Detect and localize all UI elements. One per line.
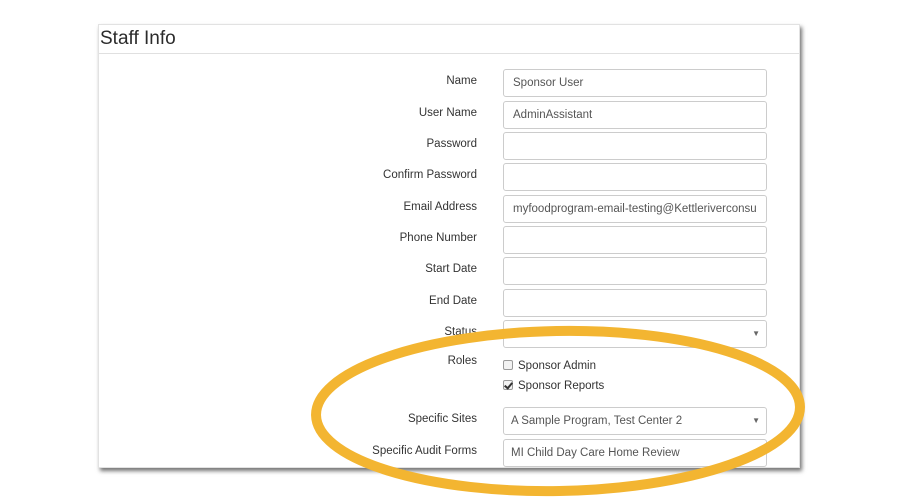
specific-sites-row: Specific Sites A Sample Program, Test Ce… xyxy=(99,407,799,437)
phone-row: Phone Number xyxy=(99,226,799,256)
end-date-input[interactable] xyxy=(503,289,767,317)
user-name-row: User Name AdminAssistant xyxy=(99,101,799,131)
caret-down-icon: ▼ xyxy=(752,416,760,425)
sponsor-admin-label: Sponsor Admin xyxy=(518,360,596,372)
roles-row: Roles xyxy=(99,351,799,381)
email-label: Email Address xyxy=(403,201,477,213)
panel-title: Staff Info xyxy=(100,28,176,49)
password-input[interactable] xyxy=(503,132,767,160)
status-row: Status ▼ xyxy=(99,320,799,350)
sponsor-reports-label: Sponsor Reports xyxy=(518,380,605,392)
end-date-row: End Date xyxy=(99,289,799,319)
confirm-password-label: Confirm Password xyxy=(383,169,477,181)
name-input[interactable]: Sponsor User xyxy=(503,69,767,97)
specific-audit-forms-select[interactable]: MI Child Day Care Home Review ▼ xyxy=(503,439,767,467)
sponsor-admin-checkbox[interactable] xyxy=(503,360,513,370)
specific-audit-forms-label: Specific Audit Forms xyxy=(372,445,477,457)
sponsor-reports-checkbox[interactable] xyxy=(503,380,513,390)
phone-input[interactable] xyxy=(503,226,767,254)
title-divider xyxy=(99,53,799,54)
end-date-label: End Date xyxy=(429,295,477,307)
staff-info-panel: Staff Info Name Sponsor User User Name A… xyxy=(98,24,800,468)
specific-audit-forms-row: Specific Audit Forms MI Child Day Care H… xyxy=(99,439,799,467)
start-date-label: Start Date xyxy=(425,263,477,275)
specific-audit-forms-value: MI Child Day Care Home Review xyxy=(511,447,680,459)
specific-sites-label: Specific Sites xyxy=(407,413,477,425)
confirm-password-row: Confirm Password xyxy=(99,163,799,193)
password-row: Password xyxy=(99,132,799,162)
caret-down-icon: ▼ xyxy=(752,448,760,457)
roles-label: Roles xyxy=(447,355,477,367)
name-row: Name Sponsor User xyxy=(99,69,799,99)
user-name-label: User Name xyxy=(418,107,477,119)
caret-down-icon: ▼ xyxy=(752,329,760,338)
password-label: Password xyxy=(426,138,478,150)
start-date-row: Start Date xyxy=(99,257,799,287)
specific-sites-value: A Sample Program, Test Center 2 xyxy=(511,415,683,427)
email-input[interactable]: myfoodprogram-email-testing@Kettleriverc… xyxy=(503,195,767,223)
phone-label: Phone Number xyxy=(399,232,477,244)
role-sponsor-reports[interactable]: Sponsor Reports xyxy=(503,380,604,398)
name-label: Name xyxy=(446,75,477,87)
email-row: Email Address myfoodprogram-email-testin… xyxy=(99,195,799,225)
status-select[interactable]: ▼ xyxy=(503,320,767,348)
role-sponsor-admin[interactable]: Sponsor Admin xyxy=(503,360,596,378)
user-name-input[interactable]: AdminAssistant xyxy=(503,101,767,129)
start-date-input[interactable] xyxy=(503,257,767,285)
status-label: Status xyxy=(444,326,477,338)
confirm-password-input[interactable] xyxy=(503,163,767,191)
specific-sites-select[interactable]: A Sample Program, Test Center 2 ▼ xyxy=(503,407,767,435)
